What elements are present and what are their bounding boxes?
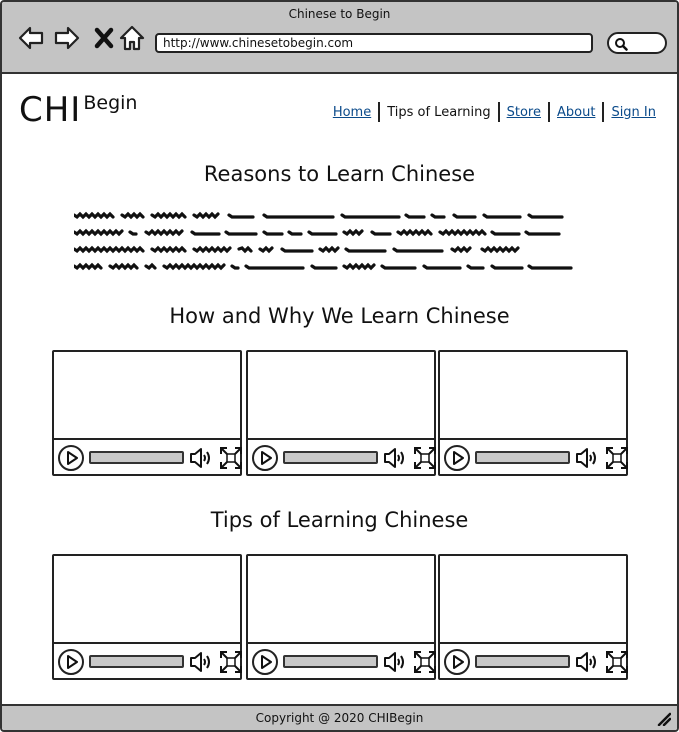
- video-screen[interactable]: [54, 556, 240, 644]
- video-screen[interactable]: [440, 352, 626, 440]
- search-icon: [615, 38, 628, 51]
- browser-search-field[interactable]: [607, 32, 667, 54]
- nav-tips-of-learning[interactable]: Tips of Learning: [380, 105, 497, 120]
- volume-icon[interactable]: [575, 446, 601, 470]
- play-icon[interactable]: [58, 445, 84, 471]
- fullscreen-icon[interactable]: [605, 446, 629, 470]
- close-x-icon[interactable]: [91, 24, 119, 52]
- nav-sign-in[interactable]: Sign In: [604, 105, 663, 120]
- video-screen[interactable]: [440, 556, 626, 644]
- fullscreen-icon[interactable]: [219, 650, 243, 674]
- play-icon[interactable]: [58, 649, 84, 675]
- fullscreen-icon[interactable]: [219, 446, 243, 470]
- resize-handle-icon[interactable]: [657, 712, 671, 726]
- reasons-heading: Reasons to Learn Chinese: [203, 162, 476, 186]
- logo-sub-text: Begin: [83, 92, 138, 114]
- fullscreen-icon[interactable]: [605, 650, 629, 674]
- tips-heading: Tips of Learning Chinese: [210, 508, 469, 532]
- video-progress-bar[interactable]: [475, 451, 570, 464]
- video-player[interactable]: [438, 554, 628, 680]
- volume-icon[interactable]: [189, 446, 215, 470]
- back-arrow-icon[interactable]: [17, 24, 45, 52]
- nav-about[interactable]: About: [550, 105, 602, 120]
- how-why-heading: How and Why We Learn Chinese: [169, 304, 510, 328]
- volume-icon[interactable]: [189, 650, 215, 674]
- site-logo[interactable]: CHI Begin: [19, 90, 137, 130]
- video-screen[interactable]: [54, 352, 240, 440]
- video-controls: [248, 438, 437, 474]
- play-icon[interactable]: [444, 649, 470, 675]
- site-footer: Copyright @ 2020 CHIBegin: [2, 704, 677, 730]
- video-progress-bar[interactable]: [89, 655, 184, 668]
- video-player[interactable]: [438, 350, 628, 476]
- play-icon[interactable]: [252, 445, 278, 471]
- video-player[interactable]: [246, 554, 436, 680]
- placeholder-text-scribble: [74, 211, 573, 271]
- video-controls: [54, 438, 243, 474]
- nav-home[interactable]: Home: [326, 105, 378, 120]
- browser-toolbar: Chinese to Begin http://www.chinesetobeg…: [2, 2, 677, 74]
- main-nav: Home Tips of Learning Store About Sign I…: [326, 102, 663, 122]
- volume-icon[interactable]: [383, 650, 409, 674]
- video-player[interactable]: [52, 554, 242, 680]
- video-screen[interactable]: [248, 556, 434, 644]
- video-controls: [248, 642, 437, 678]
- url-input[interactable]: http://www.chinesetobegin.com: [155, 33, 593, 53]
- video-progress-bar[interactable]: [283, 655, 378, 668]
- video-player[interactable]: [52, 350, 242, 476]
- video-controls: [440, 438, 629, 474]
- logo-main-text: CHI: [19, 90, 82, 130]
- nav-store[interactable]: Store: [500, 105, 548, 120]
- video-player[interactable]: [246, 350, 436, 476]
- play-icon[interactable]: [444, 445, 470, 471]
- fullscreen-icon[interactable]: [413, 650, 437, 674]
- video-progress-bar[interactable]: [475, 655, 570, 668]
- fullscreen-icon[interactable]: [413, 446, 437, 470]
- video-progress-bar[interactable]: [283, 451, 378, 464]
- video-progress-bar[interactable]: [89, 451, 184, 464]
- video-controls: [440, 642, 629, 678]
- copyright-text: Copyright @ 2020 CHIBegin: [255, 711, 424, 725]
- volume-icon[interactable]: [575, 650, 601, 674]
- window-title: Chinese to Begin: [288, 7, 391, 21]
- volume-icon[interactable]: [383, 446, 409, 470]
- home-icon[interactable]: [118, 24, 146, 52]
- play-icon[interactable]: [252, 649, 278, 675]
- browser-window: Chinese to Begin http://www.chinesetobeg…: [0, 0, 679, 732]
- video-controls: [54, 642, 243, 678]
- video-screen[interactable]: [248, 352, 434, 440]
- forward-arrow-icon[interactable]: [53, 24, 81, 52]
